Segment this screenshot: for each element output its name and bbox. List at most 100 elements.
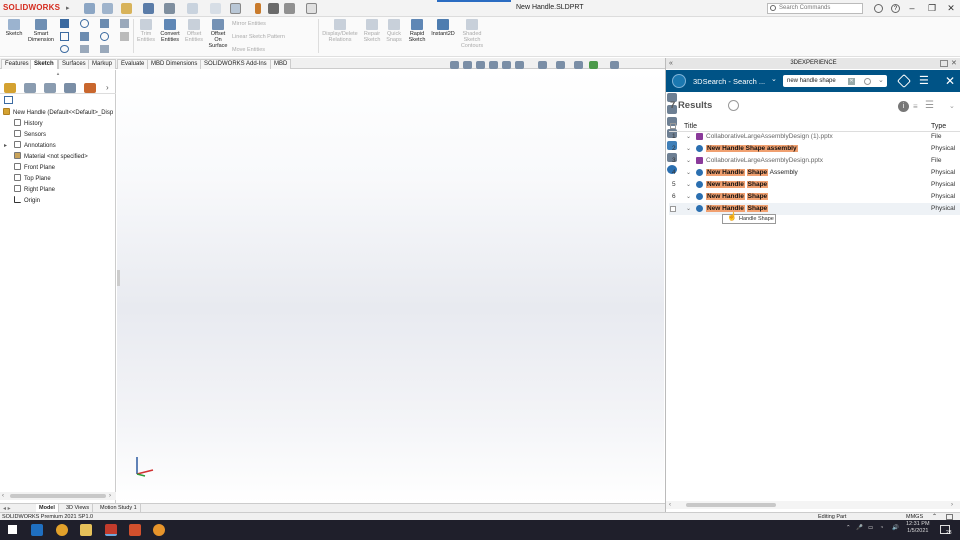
tag-icon[interactable] [896,73,912,89]
rapid-sketch-button[interactable]: Rapid Sketch [406,19,428,43]
network-icon[interactable]: ▭ [868,525,873,531]
scroll-right-icon[interactable]: › [109,493,111,499]
search-icon[interactable] [864,78,871,85]
offset-on-surface-button[interactable]: Offset On Surface [207,19,229,49]
dimxpert-icon[interactable] [64,83,76,93]
tree-item-origin[interactable]: Origin [14,196,40,207]
chevron-down-icon[interactable]: ⌄ [686,131,691,143]
horizontal-scrollbar[interactable]: ‹ › [0,492,116,500]
view-orientation-icon[interactable] [515,61,524,69]
tab-features[interactable]: Features [1,59,33,69]
restore-button[interactable]: ❐ [924,2,940,15]
traffic-light-icon[interactable] [255,3,261,14]
info-icon[interactable]: i [898,101,909,112]
scroll-left-icon[interactable]: ‹ [2,493,4,499]
offset-entities-button[interactable]: Offset Entities [184,19,204,43]
chevron-down-icon[interactable]: ⌄ [686,203,691,215]
filter-icon[interactable] [4,96,13,104]
chevron-down-icon[interactable]: ⌄ [771,75,777,83]
column-type[interactable]: Type [931,122,946,131]
tab-evaluate[interactable]: Evaluate [117,59,149,69]
tab-mbd-dimensions[interactable]: MBD Dimensions [147,59,202,69]
chevron-right-icon[interactable]: › [106,83,109,92]
display-style-icon[interactable] [538,61,547,69]
user-icon[interactable] [874,4,883,13]
minimize-button[interactable]: – [904,2,920,15]
repair-sketch-button[interactable]: Repair Sketch [362,19,382,43]
outlook-icon[interactable] [31,524,43,536]
chevron-down-icon[interactable]: ⌄ [686,167,691,179]
chevron-down-icon[interactable]: ⌄ [686,179,691,191]
tree-item-material[interactable]: Material <not specified> [14,152,88,163]
hide-show-items-icon[interactable] [556,61,565,69]
property-manager-icon[interactable] [24,83,36,93]
clear-search-icon[interactable]: ✕ [848,78,855,85]
shaded-sketch-contours-button[interactable]: Shaded Sketch Contours [459,19,485,49]
panel-horizontal-scrollbar[interactable]: ‹ › [666,501,960,509]
close-window-button[interactable]: ✕ [943,2,959,15]
wifi-icon[interactable]: ◔ [880,525,883,531]
solidworks-taskbar-icon[interactable] [105,524,117,536]
result-row-3[interactable]: 3 ⌄ CollaborativeLargeAssemblyDesign.ppt… [669,155,960,167]
undo-icon[interactable] [187,3,198,14]
menu-icon[interactable]: ☰ [919,74,929,87]
chevron-down-icon[interactable]: ⌄ [686,155,691,167]
file-explorer-icon[interactable] [80,524,92,536]
row-checkbox[interactable] [670,206,676,212]
tree-root-part[interactable]: New Handle (Default<<Default>_Disp [3,108,113,119]
dynamic-annotation-icon[interactable] [502,61,511,69]
result-row-4[interactable]: 4 ⌄ New Handle Shape Assembly Physical [669,167,960,179]
file-properties-icon[interactable] [268,3,279,14]
chevron-down-icon[interactable]: ⌄ [686,191,691,203]
tab-mbd[interactable]: MBD [270,59,292,69]
tray-chevron-icon[interactable]: ⌃ [846,525,851,531]
graphics-area[interactable] [117,70,664,503]
circle-icon[interactable] [80,19,89,28]
microphone-icon[interactable]: 🎤 [856,525,863,531]
result-row-1[interactable]: 1 ⌄ CollaborativeLargeAssemblyDesign (1)… [669,131,960,143]
scroll-thumb[interactable] [10,494,106,498]
open-folder-icon[interactable] [121,3,132,14]
trim-entities-button[interactable]: Trim Entities [136,19,156,43]
apply-scene-icon[interactable] [589,61,598,69]
tree-item-top-plane[interactable]: Top Plane [14,174,51,185]
view-settings-icon[interactable] [610,61,619,69]
save-icon[interactable] [143,3,154,14]
tree-item-sensors[interactable]: Sensors [14,130,46,141]
sketch-fillet-icon[interactable] [120,19,129,28]
previous-view-icon[interactable] [476,61,485,69]
options-gear-icon[interactable] [284,3,295,14]
plane-icon[interactable] [80,45,89,53]
result-row-6[interactable]: 6 ⌄ New Handle Shape Physical [669,191,960,203]
volume-icon[interactable]: 🔊 [892,525,899,531]
history-clock-icon[interactable] [728,100,739,111]
clock[interactable]: 12:31 PM 1/5/2021 [906,521,930,535]
display-manager-icon[interactable] [84,83,96,93]
app-icon[interactable] [153,524,165,536]
feature-manager-icon[interactable] [4,83,16,93]
tree-item-history[interactable]: History [14,119,43,130]
logo-menu-arrow-icon[interactable]: ▸ [66,4,70,12]
search-app-title[interactable]: 3DSearch - Search ... [693,77,765,86]
list-view-icon[interactable]: ☰ [925,100,934,111]
section-view-icon[interactable] [489,61,498,69]
close-panel-icon[interactable]: ✕ [951,59,957,67]
smart-dimension-button[interactable]: Smart Dimension [28,19,54,43]
solidworks-logo[interactable]: SOLIDWORKS [3,3,60,12]
move-entities-button[interactable]: Move Entities [232,47,265,53]
windows-start-icon[interactable] [8,525,17,534]
rectangle-icon[interactable] [60,32,69,41]
splitter-handle[interactable] [117,270,120,286]
linear-sketch-pattern-button[interactable]: Linear Sketch Pattern [232,34,285,40]
result-row-2[interactable]: 2 ⌄ New Handle Shape assembly Physical [669,143,960,155]
select-all-checkbox[interactable] [670,123,676,129]
tab-markup[interactable]: Markup [88,59,117,69]
print-icon[interactable] [164,3,175,14]
redo-icon[interactable] [210,3,221,14]
sort-icon[interactable]: ≡ [913,102,918,111]
column-title[interactable]: Title [684,122,697,131]
slot-icon[interactable] [80,32,89,41]
chrome-icon[interactable] [56,524,68,536]
help-icon[interactable]: ? [891,4,900,13]
home-icon[interactable] [84,3,95,14]
